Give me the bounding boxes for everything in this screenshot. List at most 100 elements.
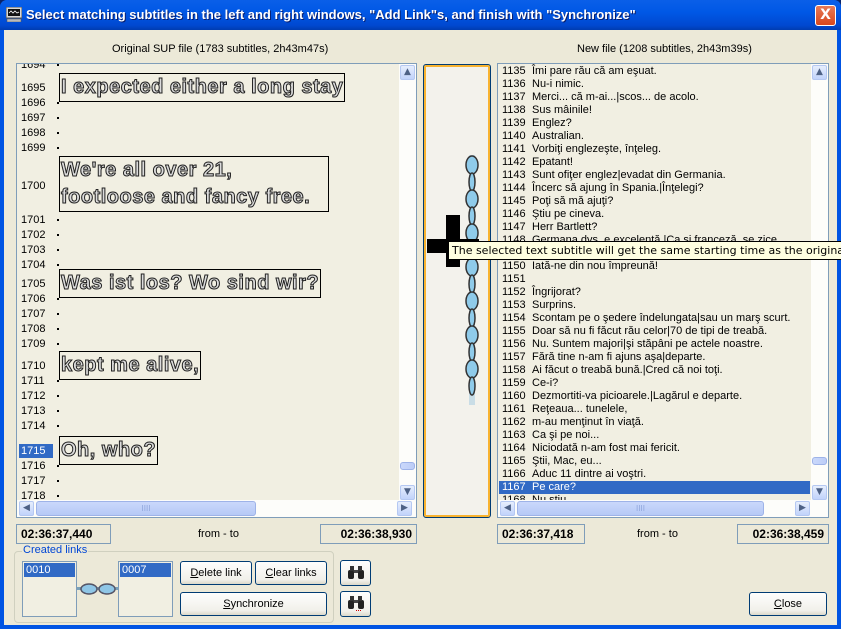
chain-link	[468, 172, 476, 192]
right-subtitle-row[interactable]: 1157 Fără tine n-am fi ajuns aşa|departe.	[499, 351, 810, 364]
right-subtitle-row[interactable]: 1142 Epatant!	[499, 156, 810, 169]
left-subtitle-row[interactable]: 1696	[19, 96, 399, 110]
scroll-left-button[interactable]: ◀	[500, 501, 515, 516]
subtitle-text: Iată-ne din nou împreună!	[532, 260, 658, 272]
left-subtitle-row[interactable]: 1699	[19, 141, 399, 155]
empty-image-dot	[57, 264, 59, 266]
subtitle-number: 1167	[502, 481, 526, 493]
left-subtitle-row[interactable]: 1707	[19, 307, 399, 321]
left-subtitle-row[interactable]: 1711	[19, 374, 399, 388]
right-subtitle-row[interactable]: 1150 Iată-ne din nou împreună!	[499, 260, 810, 273]
close-window-button[interactable]: X	[815, 5, 836, 26]
right-subtitle-row[interactable]: 1144 Încerc să ajung în Spania.|Înţelegi?	[499, 182, 810, 195]
find-next-button[interactable]	[340, 591, 371, 617]
new-subtitle-list[interactable]: 1135 Îmi pare rău că am eşuat. 1136 Nu-i ni…	[497, 63, 829, 518]
right-time-to: 02:36:38,459	[737, 524, 829, 544]
right-subtitle-row[interactable]: 1165 Ştii, Mac, eu...	[499, 455, 810, 468]
right-subtitle-row[interactable]: 1135 Îmi pare rău că am eşuat.	[499, 65, 810, 78]
clear-links-button[interactable]: Clear links	[255, 561, 327, 585]
left-subtitle-row[interactable]: 1698	[19, 126, 399, 140]
scroll-up-button[interactable]: ▲	[400, 65, 415, 80]
right-subtitle-row[interactable]: 1155 Doar să nu fi făcut rău celor|70 de …	[499, 325, 810, 338]
subtitle-number: 1705	[21, 278, 46, 290]
right-subtitle-row[interactable]: 1161 Reţeaua... tunelele,	[499, 403, 810, 416]
subtitle-text: Ştii, Mac, eu...	[532, 455, 602, 467]
right-subtitle-row[interactable]: 1140 Australian.	[499, 130, 810, 143]
delete-link-button[interactable]: Delete link	[180, 561, 252, 585]
left-subtitle-row[interactable]: 1706	[19, 292, 399, 306]
right-subtitle-row[interactable]: 1164 Niciodată n-am fost mai fericit.	[499, 442, 810, 455]
right-time-from: 02:36:37,418	[497, 524, 585, 544]
left-subtitle-row[interactable]: 1697	[19, 111, 399, 125]
left-subtitle-row[interactable]: 1708	[19, 322, 399, 336]
subtitle-number: 1696	[21, 97, 46, 109]
right-subtitle-row[interactable]: 1147 Herr Bartlett?	[499, 221, 810, 234]
right-subtitle-row[interactable]: 1162 m-au menţinut în viaţă.	[499, 416, 810, 429]
empty-image-dot	[57, 410, 59, 412]
horizontal-scroll-thumb[interactable]: IIII	[36, 501, 256, 516]
subtitle-number: 1700	[21, 180, 46, 192]
right-subtitle-row[interactable]: 1141 Vorbiţi englezeşte, înţeleg.	[499, 143, 810, 156]
scroll-thumb[interactable]	[812, 457, 827, 465]
scroll-down-button[interactable]: ▼	[812, 485, 827, 500]
created-links-left-list[interactable]: 0010	[22, 561, 77, 617]
link-right-item[interactable]: 0007	[120, 563, 171, 577]
created-links-right-list[interactable]: 0007	[118, 561, 173, 617]
synchronize-button[interactable]: Synchronize	[180, 592, 327, 616]
subtitle-text: Reţeaua... tunelele,	[532, 403, 628, 415]
left-horizontal-scrollbar[interactable]: ◀ IIII ▶	[17, 500, 416, 517]
right-subtitle-row[interactable]: 1166 Aduc 11 dintre ai voştri.	[499, 468, 810, 481]
subtitle-number: 1139	[502, 117, 526, 129]
scroll-left-button[interactable]: ◀	[19, 501, 34, 516]
scroll-thumb[interactable]	[400, 462, 415, 470]
left-subtitle-row[interactable]: 1694	[19, 64, 399, 72]
right-subtitle-row[interactable]: 1143 Sunt ofiţer englez|evadat din German…	[499, 169, 810, 182]
subtitle-text: Herr Bartlett?	[532, 221, 598, 233]
scroll-right-button[interactable]: ▶	[795, 501, 810, 516]
close-button[interactable]: Close	[749, 592, 827, 616]
find-button[interactable]	[340, 560, 371, 586]
right-subtitle-row[interactable]: 1158 Ai făcut o treabă bună.|Cred că noi …	[499, 364, 810, 377]
subtitle-number: 1136	[502, 78, 526, 90]
subtitle-text: Niciodată n-am fost mai fericit.	[532, 442, 680, 454]
add-link-button[interactable]	[423, 64, 491, 518]
right-subtitle-row[interactable]: 1160 Dezmortiti-va picioarele.|Lagărul e …	[499, 390, 810, 403]
right-subtitle-row[interactable]: 1151	[499, 273, 810, 286]
scroll-up-button[interactable]: ▲	[812, 65, 827, 80]
original-subtitle-list[interactable]: 1694 1695 I expected either a long stay 169…	[16, 63, 417, 518]
right-subtitle-row[interactable]: 1137 Merci... că m-ai...|scos... de acolo…	[499, 91, 810, 104]
right-subtitle-row[interactable]: 1152 Îngrijorat?	[499, 286, 810, 299]
right-subtitle-row[interactable]: 1136 Nu-i nimic.	[499, 78, 810, 91]
left-subtitle-row[interactable]: 1701	[19, 213, 399, 227]
right-vertical-scrollbar[interactable]: ▲ ▼	[811, 64, 828, 501]
right-subtitle-row[interactable]: 1156 Nu. Suntem majori|şi stăpâni pe acte…	[499, 338, 810, 351]
right-horizontal-scrollbar[interactable]: ◀ IIII ▶	[498, 500, 828, 517]
left-subtitle-row[interactable]: 1713	[19, 404, 399, 418]
subtitle-image[interactable]: We're all over 21, footloose and fancy fr…	[59, 156, 329, 212]
right-subtitle-row[interactable]: 1146 Ştiu pe cineva.	[499, 208, 810, 221]
right-subtitle-row[interactable]: 1167 Pe care?	[499, 481, 810, 494]
left-subtitle-row[interactable]: 1702	[19, 228, 399, 242]
left-subtitle-row[interactable]: 1714	[19, 419, 399, 433]
scroll-right-button[interactable]: ▶	[397, 501, 412, 516]
left-subtitle-row[interactable]: 1703	[19, 243, 399, 257]
left-vertical-scrollbar[interactable]: ▲ ▼	[399, 64, 416, 501]
title-bar[interactable]: Select matching subtitles in the left an…	[0, 0, 841, 30]
right-subtitle-row[interactable]: 1154 Scontam pe o şedere îndelungata|sau …	[499, 312, 810, 325]
scroll-down-button[interactable]: ▼	[400, 485, 415, 500]
link-left-item[interactable]: 0010	[24, 563, 75, 577]
add-link-graphic	[427, 155, 479, 405]
horizontal-scroll-thumb[interactable]: IIII	[517, 501, 764, 516]
right-subtitle-row[interactable]: 1153 Surprins.	[499, 299, 810, 312]
left-subtitle-row[interactable]: 1709	[19, 337, 399, 351]
binoculars-icon	[347, 566, 364, 579]
right-subtitle-row[interactable]: 1138 Sus mâinile!	[499, 104, 810, 117]
right-subtitle-row[interactable]: 1163 Ca şi pe noi...	[499, 429, 810, 442]
left-subtitle-row[interactable]: 1712	[19, 389, 399, 403]
left-subtitle-row[interactable]: 1716	[19, 459, 399, 473]
right-subtitle-row[interactable]: 1159 Ce-i?	[499, 377, 810, 390]
right-subtitle-row[interactable]: 1139 Englez?	[499, 117, 810, 130]
left-subtitle-row[interactable]: 1717	[19, 474, 399, 488]
right-subtitle-row[interactable]: 1145 Poţi să mă ajuţi?	[499, 195, 810, 208]
subtitle-number: 1695	[21, 82, 46, 94]
